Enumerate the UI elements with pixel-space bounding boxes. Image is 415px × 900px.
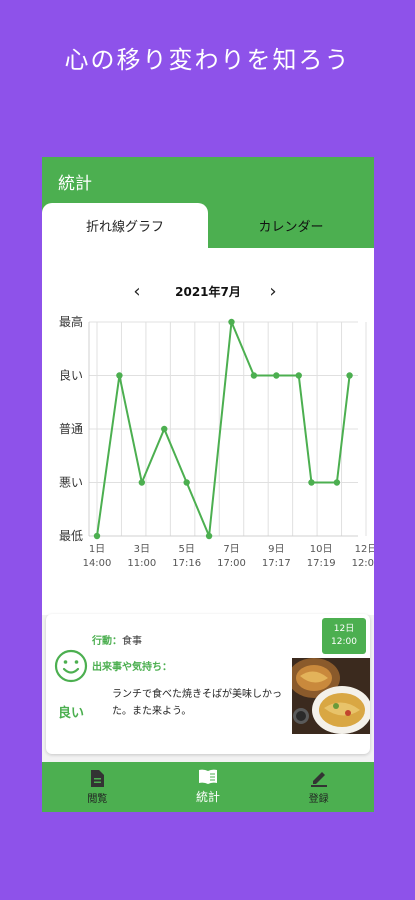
edit-icon bbox=[310, 772, 327, 787]
date-badge: 12日 12:00 bbox=[322, 618, 366, 654]
mood-data-point[interactable] bbox=[228, 318, 235, 326]
y-tick-label: 悪い bbox=[59, 476, 83, 490]
app-title: 統計 bbox=[58, 174, 92, 194]
x-tick-day-label: 1日 bbox=[89, 544, 105, 555]
mood-data-point[interactable] bbox=[138, 479, 146, 486]
document-icon bbox=[91, 769, 105, 787]
mood-data-point[interactable] bbox=[116, 372, 123, 379]
food-photo bbox=[292, 658, 370, 734]
tab-bar: 折れ線グラフ カレンダー bbox=[42, 203, 374, 248]
mood-data-point[interactable] bbox=[183, 479, 190, 486]
mood-data-point[interactable] bbox=[250, 372, 258, 379]
diary-entry-card[interactable]: 良い 行動：食事 出来事や気持ち： ランチで食べた焼きそばが美味しかった。また来… bbox=[46, 614, 370, 754]
tab-line-graph[interactable]: 折れ線グラフ bbox=[42, 203, 208, 248]
line-chart: 最高良い普通悪い最低 1日 14:00 3日 11:00 5日 17:16 7日 17:00 9… bbox=[59, 314, 374, 569]
activity-key: 行動： bbox=[92, 636, 122, 647]
nav-browse[interactable]: 閲覧 bbox=[42, 762, 153, 812]
x-tick-time-label: 14:00 bbox=[83, 558, 112, 569]
x-tick-time-label: 11:00 bbox=[127, 558, 156, 569]
mood-data-point[interactable] bbox=[333, 479, 341, 486]
x-tick-day-label: 9日 bbox=[268, 544, 284, 555]
y-tick-label: 最高 bbox=[59, 314, 83, 329]
book-icon bbox=[199, 769, 217, 784]
y-tick-label: 普通 bbox=[59, 422, 83, 436]
bottom-navigation: 閲覧 統計 登録 bbox=[42, 762, 374, 812]
mood-data-point[interactable] bbox=[346, 372, 353, 379]
nav-browse-label: 閲覧 bbox=[87, 793, 108, 805]
app-bar: 統計 bbox=[42, 157, 374, 203]
mood-label: 良い bbox=[57, 706, 84, 721]
promo-title: 心の移り変わりを知ろう bbox=[64, 46, 351, 74]
x-tick-time-label: 17:16 bbox=[172, 558, 201, 569]
x-tick-time-label: 17:19 bbox=[307, 558, 336, 569]
activity-row: 行動：食事 bbox=[92, 632, 142, 647]
x-tick-time-label: 12:00 bbox=[352, 558, 374, 569]
tab-calendar[interactable]: カレンダー bbox=[208, 203, 374, 248]
date-badge-time: 12:00 bbox=[331, 637, 357, 647]
x-tick-day-label: 10日 bbox=[310, 544, 333, 555]
x-tick-day-label: 3日 bbox=[134, 544, 150, 555]
mood-data-point[interactable] bbox=[273, 372, 280, 379]
x-tick-time-label: 17:17 bbox=[262, 558, 291, 569]
y-tick-label: 良い bbox=[59, 368, 83, 383]
feeling-label: 出来事や気持ち： bbox=[92, 662, 172, 673]
nav-stats[interactable]: 統計 bbox=[153, 762, 264, 812]
mood-data-point[interactable] bbox=[295, 372, 302, 379]
y-tick-label: 最低 bbox=[59, 529, 83, 543]
nav-register-label: 登録 bbox=[308, 794, 329, 805]
chart-card: 2021年7月 ‹ › 最高 良い 普通 悪い 最低 1日 14:00 3日 11:00 5日 1… bbox=[42, 248, 374, 615]
mood-data-point[interactable] bbox=[205, 532, 213, 540]
app-screen: 統計 折れ線グラフ カレンダー 2021年7月 ‹ › 最高 良い 普通 悪い 最低 1… bbox=[42, 157, 374, 812]
mood-data-point[interactable] bbox=[161, 425, 168, 433]
activity-value: 食事 bbox=[122, 636, 142, 647]
nav-register[interactable]: 登録 bbox=[263, 762, 374, 812]
mood-data-point[interactable] bbox=[93, 532, 101, 540]
date-badge-day: 12日 bbox=[333, 624, 355, 634]
diary-memo: ランチで食べた焼きそばが美味しかった。また来よう。 bbox=[112, 689, 282, 717]
x-tick-day-label: 5日 bbox=[178, 544, 194, 555]
mood-data-point[interactable] bbox=[308, 479, 315, 486]
x-tick-time-label: 17:00 bbox=[217, 558, 246, 569]
x-tick-day-label: 12日 bbox=[355, 544, 374, 555]
nav-stats-label: 統計 bbox=[196, 790, 221, 804]
x-tick-day-label: 7日 bbox=[223, 544, 239, 555]
smile-face-icon bbox=[54, 649, 88, 683]
